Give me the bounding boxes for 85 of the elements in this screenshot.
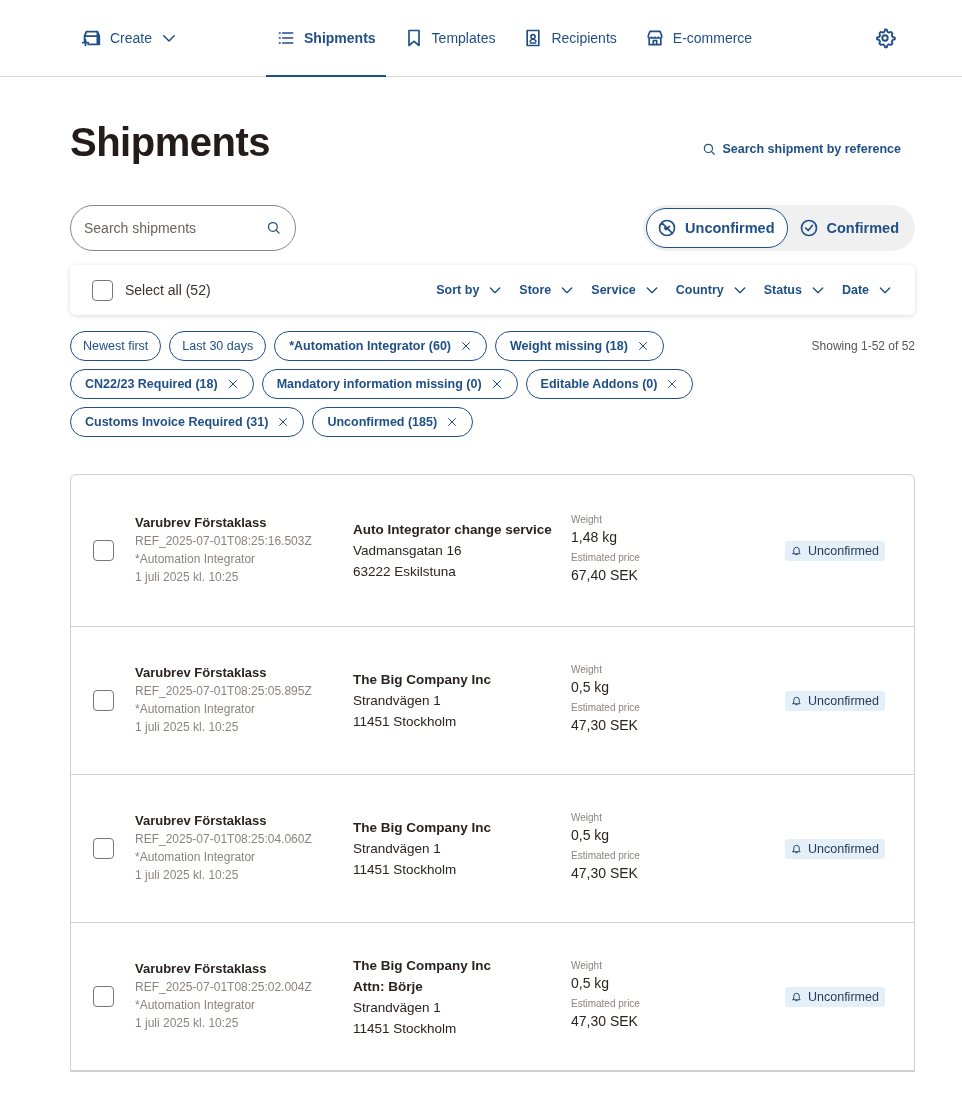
reference: REF_2025-07-01T08:25:02.004Z (135, 979, 313, 996)
weight-value: 0,5 kg (571, 973, 611, 993)
address-line: Strandvägen 1 (353, 692, 442, 710)
price-value: 47,30 SEK (571, 715, 639, 735)
filter-dropdown[interactable]: Sort by (436, 282, 504, 298)
service-name: Varubrev Förstaklass (135, 813, 268, 828)
status-badge: Unconfirmed (785, 986, 885, 1007)
close-icon[interactable] (226, 378, 239, 390)
recipient-name: The Big Company Inc (353, 671, 492, 689)
filter-dropdown[interactable]: Status (763, 282, 826, 298)
reference: REF_2025-07-01T08:25:04.060Z (135, 831, 313, 848)
integration-name: *Automation Integrator (135, 997, 257, 1014)
result-count: Showing 1-52 of 52 (811, 339, 915, 353)
filter-dropdown[interactable]: Date (841, 282, 893, 298)
price-label: Estimated price (571, 550, 641, 565)
close-icon[interactable] (636, 340, 649, 352)
address-line: 11451 Stockholm (353, 1019, 458, 1038)
nav-tab[interactable]: Recipients (513, 0, 627, 77)
search-icon (266, 220, 281, 235)
service-name: Varubrev Förstaklass (135, 961, 268, 976)
address-line: 11451 Stockholm (353, 713, 458, 731)
select-all-label: Select all (52) (125, 282, 211, 298)
recipient-name: The Big Company Inc (353, 819, 492, 837)
price-value: 47,30 SEK (571, 863, 639, 883)
shipment-checkbox[interactable] (93, 540, 114, 561)
weight-label: Weight (571, 662, 603, 677)
close-icon[interactable] (446, 416, 459, 428)
bell-icon (791, 843, 802, 854)
address-line: Strandvägen 1 (353, 998, 442, 1017)
select-all-checkbox[interactable] (92, 279, 113, 301)
filter-dropdown[interactable]: Service (591, 282, 660, 298)
integration-name: *Automation Integrator (135, 551, 257, 568)
search-icon (702, 142, 717, 156)
recipient-name: Auto Integrator change service (353, 521, 553, 539)
status-segment[interactable]: Unconfirmed (646, 208, 788, 248)
status-segment[interactable]: Confirmed (787, 208, 912, 248)
status-badge: Unconfirmed (785, 540, 885, 561)
bell-icon (791, 545, 802, 556)
address-line: Strandvägen 1 (353, 840, 442, 858)
address-line: 11451 Stockholm (353, 861, 458, 879)
weight-value: 0,5 kg (571, 677, 611, 697)
bell-icon (791, 695, 802, 706)
weight-value: 0,5 kg (571, 825, 611, 845)
shipment-checkbox[interactable] (93, 986, 114, 1007)
integration-name: *Automation Integrator (135, 701, 257, 718)
weight-value: 1,48 kg (571, 527, 618, 547)
close-icon[interactable] (666, 378, 679, 390)
recipient-name: The Big Company Inc (353, 956, 492, 975)
reference: REF_2025-07-01T08:25:16.503Z (135, 533, 313, 550)
price-label: Estimated price (571, 996, 641, 1011)
integration-name: *Automation Integrator (135, 849, 257, 866)
close-icon[interactable] (460, 340, 472, 352)
close-icon[interactable] (277, 416, 290, 428)
create-button[interactable]: Create (78, 0, 181, 76)
weight-label: Weight (571, 512, 603, 527)
close-icon[interactable] (490, 378, 503, 390)
status-badge: Unconfirmed (785, 690, 885, 711)
reference: REF_2025-07-01T08:25:05.895Z (135, 683, 313, 700)
reference-search-link[interactable]: Search shipment by reference (702, 142, 901, 156)
address-line: 63222 Eskilstuna (353, 563, 457, 581)
shipment-date: 1 juli 2025 kl. 10:25 (135, 719, 240, 736)
price-value: 47,30 SEK (571, 1011, 639, 1031)
bell-icon (791, 991, 802, 1002)
recipient-name: Attn: Börje (353, 977, 424, 996)
shipment-date: 1 juli 2025 kl. 10:25 (135, 1015, 240, 1032)
filter-dropdown[interactable]: Country (675, 282, 748, 298)
weight-label: Weight (571, 958, 603, 973)
nav-tab[interactable]: Shipments (266, 0, 386, 77)
price-label: Estimated price (571, 848, 641, 863)
address-line: Vadmansgatan 16 (353, 542, 463, 560)
weight-label: Weight (571, 810, 603, 825)
nav-tab[interactable]: E-commerce (634, 0, 763, 77)
search-field[interactable]: Search shipments (70, 205, 296, 251)
nav-tab[interactable]: Templates (393, 0, 506, 77)
service-name: Varubrev Förstaklass (135, 665, 268, 680)
shipment-date: 1 juli 2025 kl. 10:25 (135, 867, 240, 884)
page-title: Shipments (70, 119, 270, 165)
price-value: 67,40 SEK (571, 565, 639, 585)
status-badge: Unconfirmed (785, 838, 885, 859)
filter-dropdown[interactable]: Store (519, 282, 576, 298)
service-name: Varubrev Förstaklass (135, 515, 268, 530)
shipment-checkbox[interactable] (93, 838, 114, 859)
price-label: Estimated price (571, 700, 641, 715)
shipment-checkbox[interactable] (93, 690, 114, 711)
shipment-date: 1 juli 2025 kl. 10:25 (135, 569, 240, 586)
